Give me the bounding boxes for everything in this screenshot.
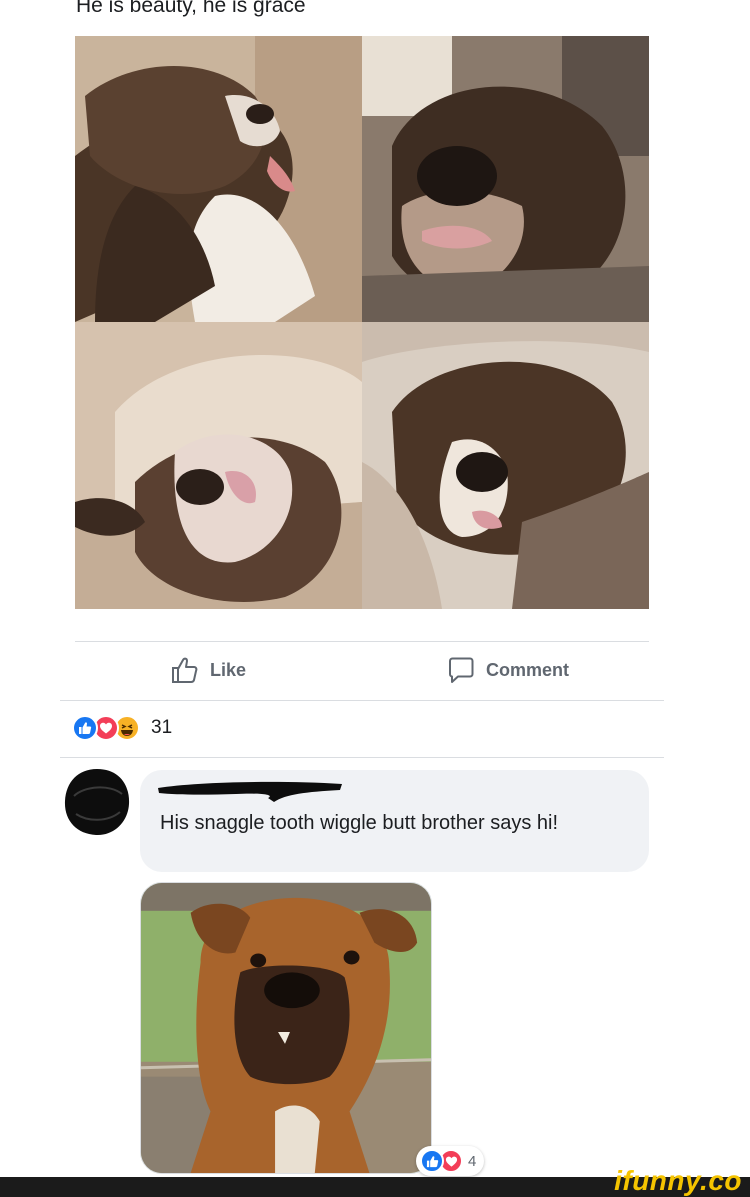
watermark-logo: ifunny.co bbox=[614, 1165, 742, 1196]
reaction-count[interactable]: 31 bbox=[151, 717, 172, 739]
comment-button[interactable]: Comment bbox=[446, 650, 569, 690]
comment-text: His snaggle tooth wiggle butt brother sa… bbox=[160, 812, 558, 834]
post-caption: He is beauty, he is grace bbox=[76, 0, 306, 17]
sleeping-dog-photo bbox=[362, 36, 649, 322]
sleeping-dog-photo bbox=[75, 322, 362, 609]
sleeping-dog-photo bbox=[362, 322, 649, 609]
post-photo-1[interactable] bbox=[75, 36, 362, 322]
post-reactions[interactable]: 31 bbox=[72, 713, 172, 743]
divider bbox=[60, 757, 664, 758]
avatar[interactable] bbox=[62, 766, 132, 838]
comment-reactions[interactable]: 4 bbox=[416, 1146, 485, 1176]
divider bbox=[75, 641, 649, 642]
comment-photo[interactable] bbox=[140, 882, 432, 1174]
post-photo-3[interactable] bbox=[75, 322, 362, 609]
watermark-bar: ifunny.co bbox=[0, 1165, 750, 1197]
post-photo-2[interactable] bbox=[362, 36, 649, 322]
divider bbox=[60, 700, 664, 701]
comment-label: Comment bbox=[486, 659, 570, 680]
post-photo-grid[interactable] bbox=[75, 36, 649, 609]
sleeping-dog-photo bbox=[75, 36, 362, 322]
thumbs-up-icon bbox=[172, 657, 198, 683]
comment-bubble-icon bbox=[449, 657, 474, 683]
like-reaction-icon bbox=[420, 1149, 444, 1173]
comment-reaction-count[interactable]: 4 bbox=[468, 1153, 476, 1170]
post-photo-4[interactable] bbox=[362, 322, 649, 609]
redacted-avatar-icon bbox=[64, 769, 130, 836]
like-button[interactable]: Like bbox=[170, 650, 246, 690]
like-label: Like bbox=[210, 659, 247, 680]
comment-bubble[interactable]: His snaggle tooth wiggle butt brother sa… bbox=[140, 770, 649, 872]
redacted-author-name[interactable] bbox=[156, 776, 346, 802]
boxer-dog-photo bbox=[141, 883, 431, 1173]
like-reaction-icon bbox=[72, 715, 98, 741]
